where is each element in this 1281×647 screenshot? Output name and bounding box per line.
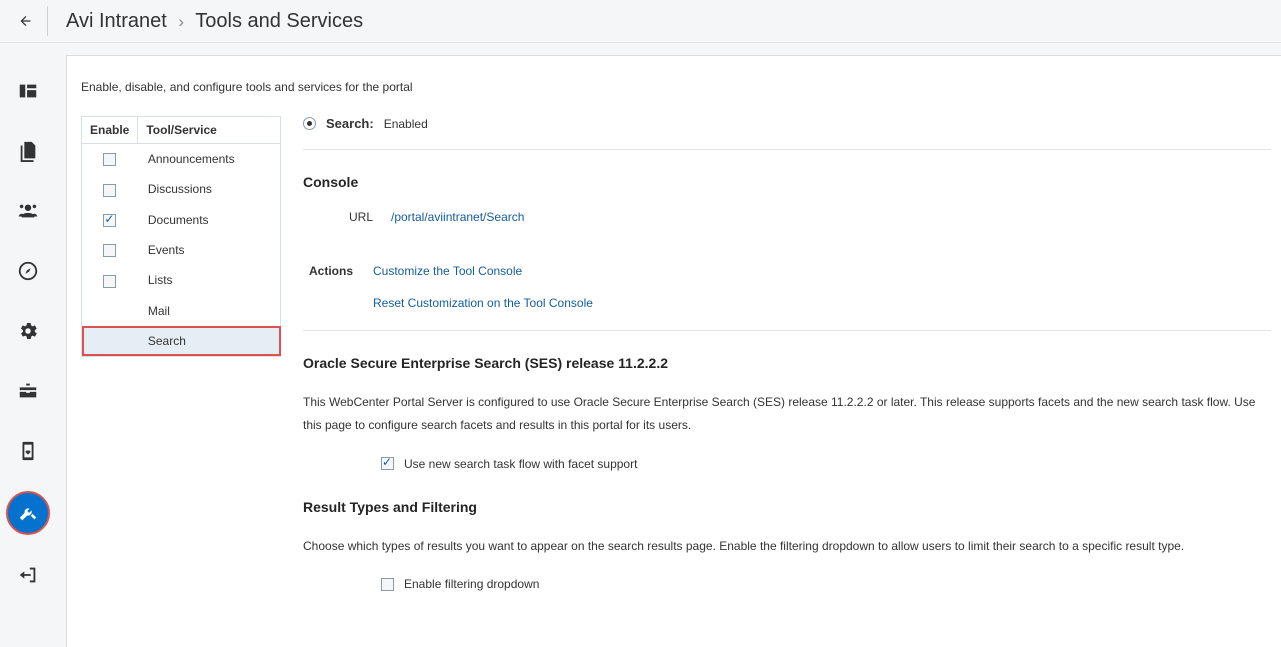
sidebar-item-tools[interactable] [6, 491, 50, 535]
tool-link[interactable]: Lists [148, 273, 173, 287]
sidebar-item-exit[interactable] [8, 555, 48, 595]
facet-checkbox-label: Use new search task flow with facet supp… [404, 457, 637, 471]
filter-dropdown-label: Enable filtering dropdown [404, 577, 539, 591]
table-row[interactable]: Mail [82, 296, 281, 326]
ses-title: Oracle Secure Enterprise Search (SES) re… [303, 355, 1271, 371]
sidebar-item-device[interactable] [8, 431, 48, 471]
enable-checkbox[interactable] [103, 275, 116, 288]
status-radio[interactable] [303, 117, 316, 130]
intro-text: Enable, disable, and configure tools and… [81, 80, 1281, 94]
table-row[interactable]: Discussions [82, 174, 281, 204]
actions-label: Actions [309, 264, 359, 310]
tool-link[interactable]: Mail [148, 304, 170, 318]
table-row[interactable]: Search [82, 326, 281, 357]
tool-table: Enable Tool/Service Announcements Discuss… [81, 116, 281, 357]
url-label: URL [327, 210, 373, 224]
facet-checkbox[interactable] [381, 457, 394, 470]
tool-link[interactable]: Documents [148, 213, 209, 227]
sidebar-item-documents[interactable] [8, 131, 48, 171]
customize-console-link[interactable]: Customize the Tool Console [373, 264, 593, 278]
url-link[interactable]: /portal/aviintranet/Search [391, 210, 524, 224]
tool-link[interactable]: Announcements [148, 152, 235, 166]
sidebar-item-people[interactable] [8, 191, 48, 231]
sidebar [0, 43, 56, 647]
tool-link[interactable]: Events [148, 243, 185, 257]
ses-desc: This WebCenter Portal Server is configur… [303, 391, 1271, 437]
table-row[interactable]: Documents [82, 205, 281, 235]
enable-checkbox[interactable] [103, 184, 116, 197]
table-row[interactable]: Lists [82, 265, 281, 295]
status-label: Search: [326, 116, 374, 131]
result-types-title: Result Types and Filtering [303, 499, 1271, 515]
breadcrumb-page: Tools and Services [195, 10, 363, 32]
back-button[interactable] [18, 6, 48, 36]
reset-console-link[interactable]: Reset Customization on the Tool Console [373, 296, 593, 310]
content-panel: Enable, disable, and configure tools and… [66, 55, 1281, 647]
breadcrumb: Avi Intranet › Tools and Services [66, 10, 363, 33]
col-tool: Tool/Service [138, 117, 281, 144]
result-types-desc: Choose which types of results you want t… [303, 535, 1271, 558]
status-value: Enabled [384, 117, 428, 131]
table-row[interactable]: Events [82, 235, 281, 265]
enable-checkbox[interactable] [103, 214, 116, 227]
details-panel: Search: Enabled Console URL /portal/avii… [303, 116, 1281, 619]
sidebar-item-briefcase[interactable] [8, 371, 48, 411]
breadcrumb-root[interactable]: Avi Intranet [66, 10, 167, 32]
sidebar-item-settings[interactable] [8, 311, 48, 351]
tool-link[interactable]: Discussions [148, 182, 212, 196]
sidebar-item-compass[interactable] [8, 251, 48, 291]
sidebar-item-panels[interactable] [8, 71, 48, 111]
enable-checkbox[interactable] [103, 153, 116, 166]
col-enable: Enable [82, 117, 138, 144]
tool-link[interactable]: Search [148, 334, 186, 348]
tool-table-wrapper: Enable Tool/Service Announcements Discuss… [81, 116, 281, 619]
table-row[interactable]: Announcements [82, 144, 281, 175]
enable-checkbox[interactable] [103, 244, 116, 257]
filter-dropdown-checkbox[interactable] [381, 578, 394, 591]
console-title: Console [303, 174, 1271, 190]
